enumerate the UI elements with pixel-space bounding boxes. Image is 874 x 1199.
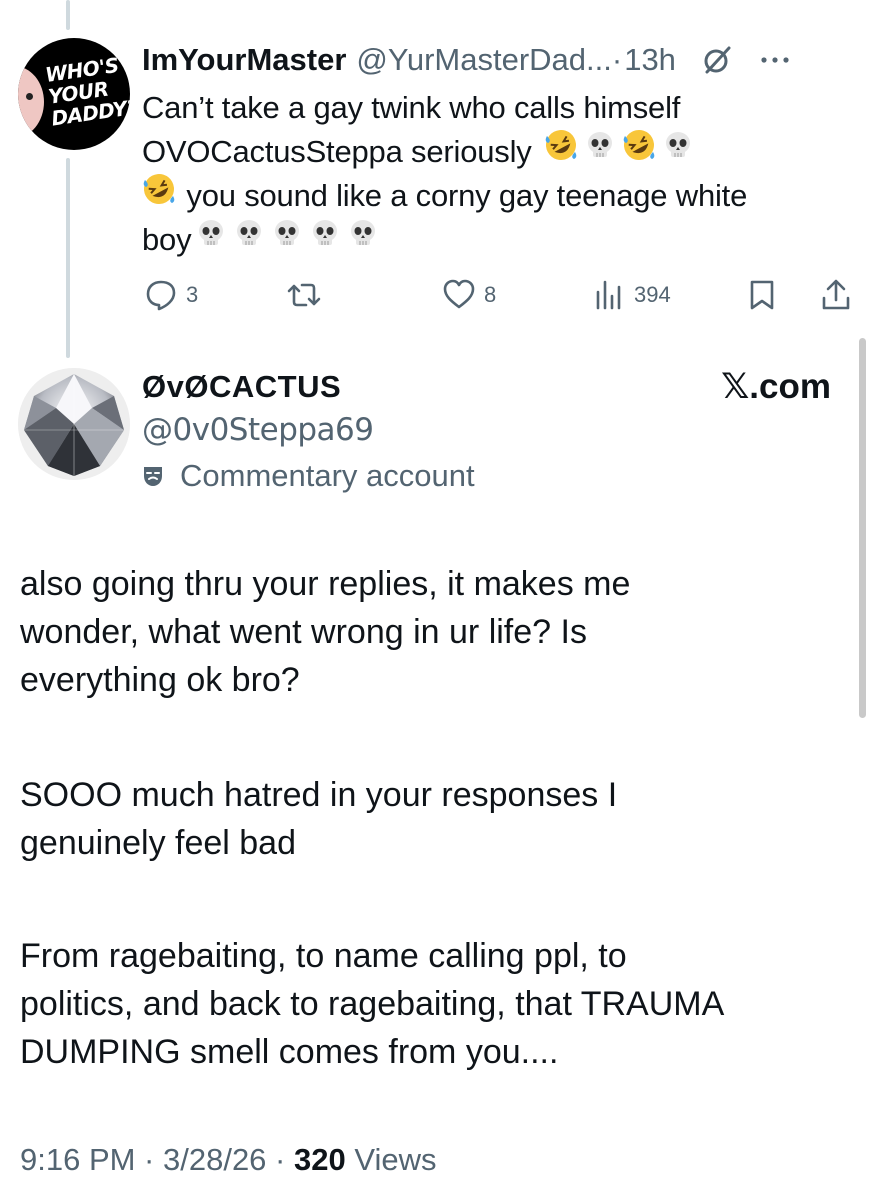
reply-count: 3 xyxy=(186,282,199,307)
reply-line: Can’t take a gay twink who calls himself xyxy=(142,86,842,130)
author-handle[interactable]: @0v0Steppa69 xyxy=(142,412,374,448)
author-handle[interactable]: @YurMasterDad... xyxy=(356,42,611,78)
grok-icon[interactable] xyxy=(702,45,732,75)
author-name[interactable]: ImYourMaster xyxy=(142,42,346,78)
avatar-eye xyxy=(26,93,33,100)
tweet-paragraph: also going thru your replies, it makes m… xyxy=(20,560,850,704)
action-bar: 3 8 394 xyxy=(144,278,856,318)
reply-button[interactable]: 3 xyxy=(144,278,198,312)
tweet-paragraph: From ragebaiting, to name calling ppl, t… xyxy=(20,932,850,1076)
tweet-line: SOOO much hatred in your responses I xyxy=(20,776,618,814)
x-brand-watermark: 𝕏.com xyxy=(721,367,831,406)
reply-icon xyxy=(146,280,176,311)
views-count: 394 xyxy=(634,282,671,307)
share-button[interactable] xyxy=(820,278,852,312)
tweet-line: everything ok bro? xyxy=(20,661,300,699)
views-icon xyxy=(596,280,621,310)
tweet-line: genuinely feel bad xyxy=(20,824,297,862)
reply-line: OVOCactusSteppa seriously xyxy=(142,128,842,174)
views-button[interactable]: 394 xyxy=(594,278,671,312)
tweet-line: politics, and back to ragebaiting, that … xyxy=(20,985,725,1023)
views-label: Views xyxy=(345,1142,437,1177)
commentary-text: Commentary account xyxy=(180,458,475,493)
avatar[interactable] xyxy=(18,368,130,480)
share-icon xyxy=(822,279,850,310)
reply-line: you sound like a corny gay teenage white xyxy=(142,172,842,218)
tweet-line: wonder, what went wrong in ur life? Is xyxy=(20,613,587,651)
like-count: 8 xyxy=(484,282,497,307)
rofl-emoji xyxy=(142,172,176,218)
header-separator: · xyxy=(611,42,623,77)
bookmark-button[interactable] xyxy=(748,278,776,312)
reply-line-text: Can’t take a gay twink who calls himself xyxy=(142,90,681,125)
reply-line-text: you sound like a corny gay teenage white xyxy=(186,178,748,213)
thread-line xyxy=(66,158,70,358)
tweet-line: From ragebaiting, to name calling ppl, t… xyxy=(20,937,627,975)
rofl-emoji xyxy=(622,128,656,174)
skull-emoji xyxy=(662,129,694,173)
view-count[interactable]: 320 xyxy=(294,1142,346,1178)
tweet-paragraph: SOOO much hatred in your responses I gen… xyxy=(20,771,850,867)
scrollbar[interactable] xyxy=(859,338,866,718)
like-icon xyxy=(443,279,475,309)
reply-line: boy xyxy=(142,218,842,262)
rofl-emoji xyxy=(544,128,578,174)
skull-emoji xyxy=(233,217,265,261)
bookmark-icon xyxy=(750,280,774,310)
skull-emoji xyxy=(347,217,379,261)
avatar-logo-text: WHO'S YOUR DADDY? xyxy=(43,52,130,131)
skull-emoji xyxy=(195,217,227,261)
avatar[interactable]: WHO'S YOUR DADDY? xyxy=(18,38,130,150)
reply-line-text: boy xyxy=(142,222,192,257)
more-icon[interactable] xyxy=(760,55,790,65)
like-button[interactable]: 8 xyxy=(442,278,496,312)
reply-header: ImYourMaster @YurMasterDad... · 13h xyxy=(142,38,856,82)
commentary-label[interactable]: Commentary account xyxy=(142,458,475,494)
thread-line-top xyxy=(66,0,70,30)
tweet-line: also going thru your replies, it makes m… xyxy=(20,565,631,603)
skull-emoji xyxy=(271,217,303,261)
avatar-face xyxy=(18,66,44,138)
author-name[interactable]: ØvØCACTUS xyxy=(142,369,341,405)
skull-emoji xyxy=(309,217,341,261)
repost-icon xyxy=(287,283,321,307)
skull-emoji xyxy=(584,129,616,173)
tweet-metadata: 9:16 PM · 3/28/26 · 320 Views xyxy=(20,1142,436,1178)
timestamp[interactable]: 9:16 PM · 3/28/26 · xyxy=(20,1142,294,1178)
mask-icon xyxy=(144,467,162,486)
reply-line-text: OVOCactusSteppa seriously xyxy=(142,134,532,169)
tweet-line: DUMPING smell comes from you.... xyxy=(20,1033,559,1071)
post-time[interactable]: 13h xyxy=(624,42,676,78)
repost-button[interactable] xyxy=(286,278,330,312)
reply-text: Can’t take a gay twink who calls himself… xyxy=(142,86,842,262)
